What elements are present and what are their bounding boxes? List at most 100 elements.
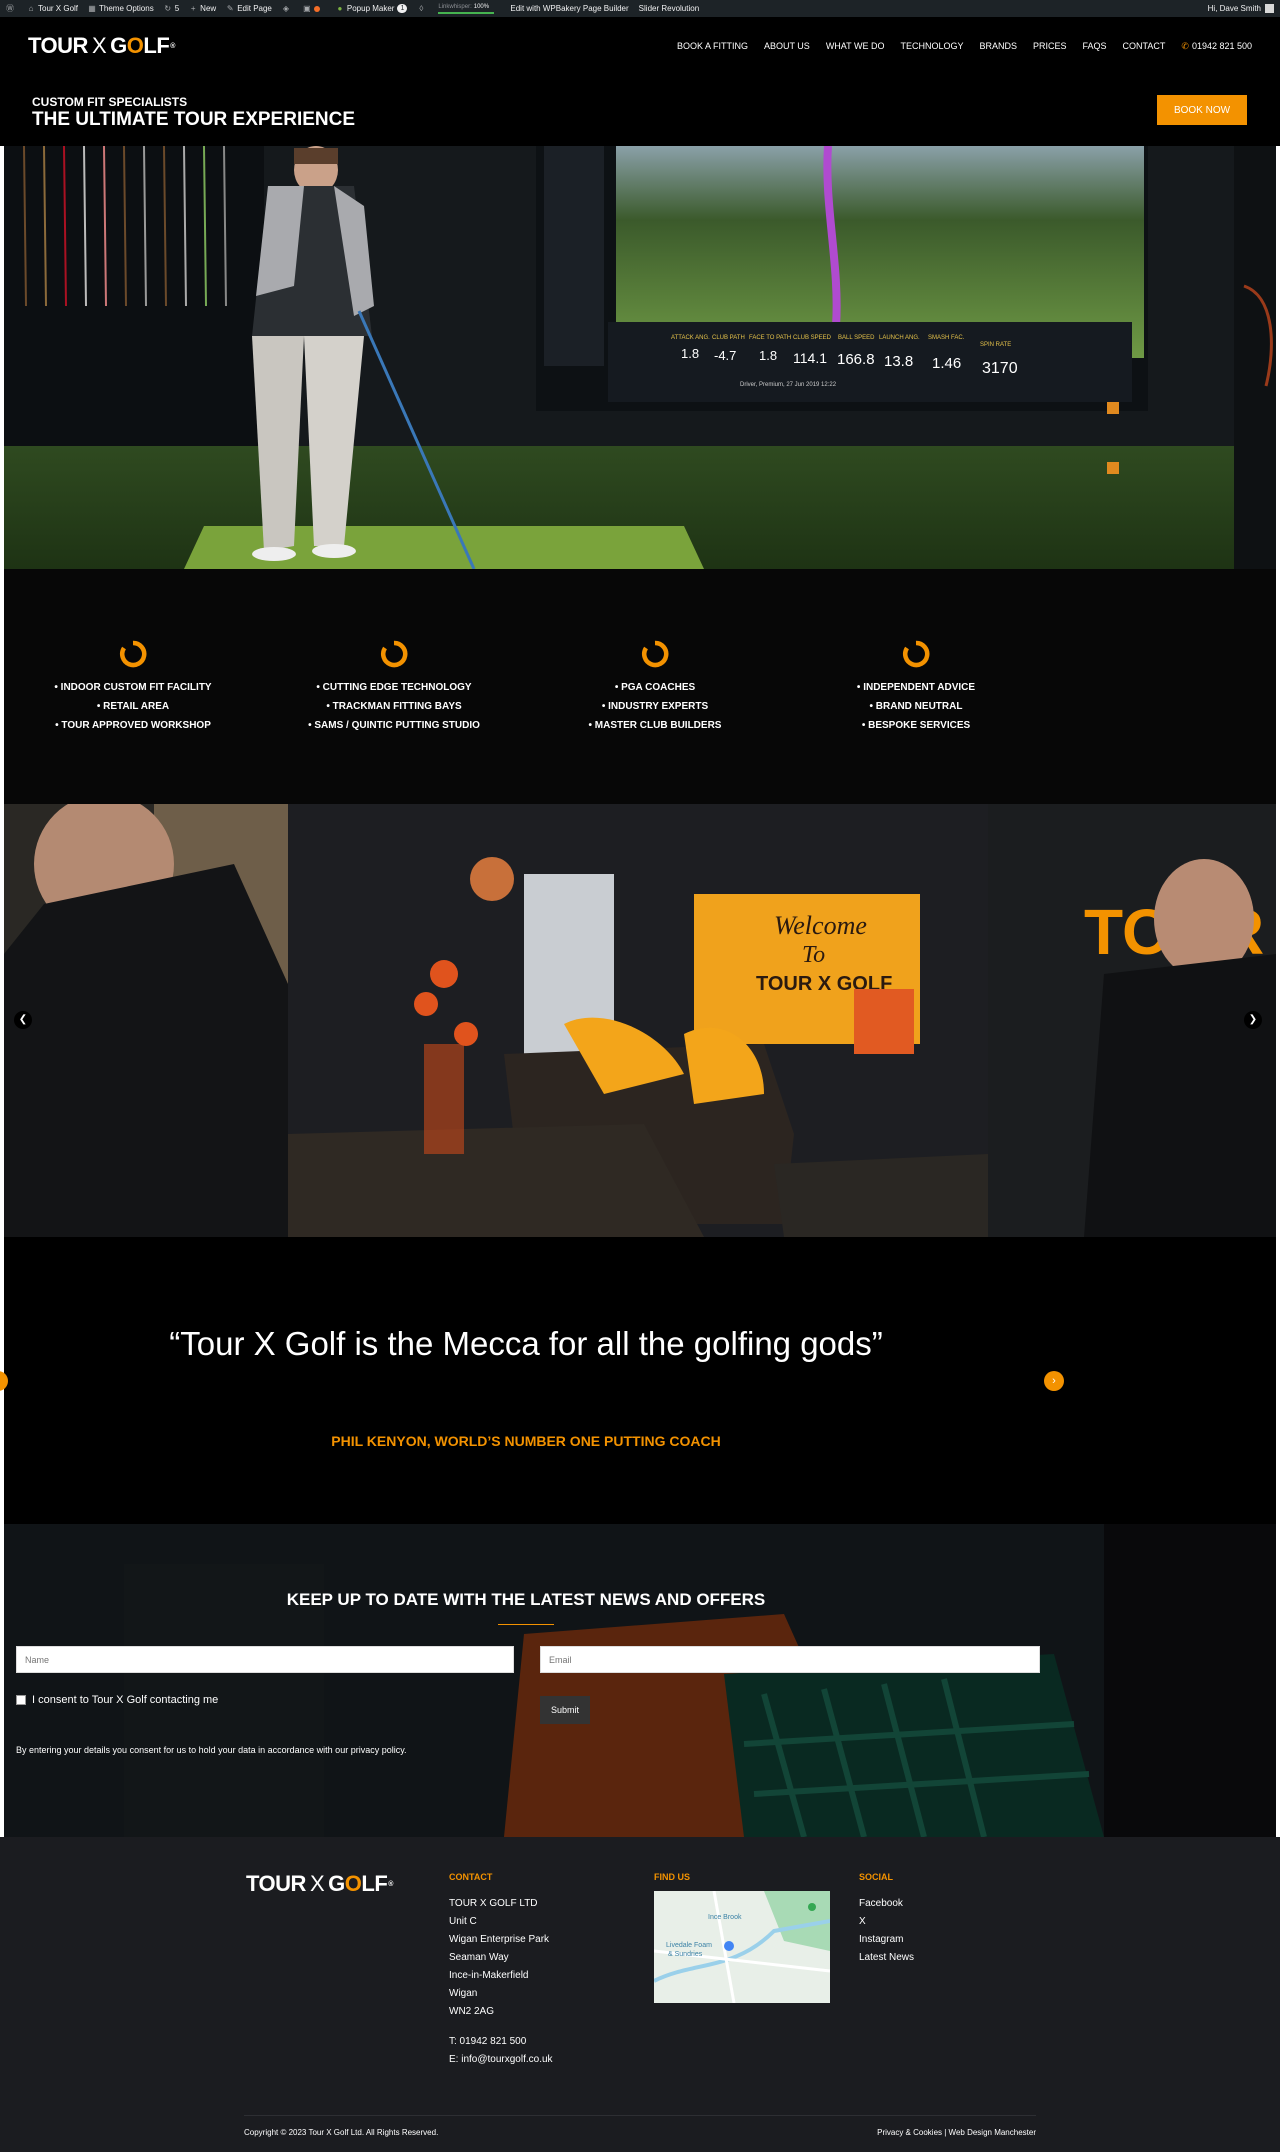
popup-maker-link[interactable]: ● Popup Maker 1 <box>336 4 408 13</box>
nav-faqs[interactable]: FAQS <box>1083 41 1107 51</box>
testimonial-prev-button[interactable] <box>0 1371 8 1391</box>
gallery-prev-button[interactable]: ❮ <box>14 1011 32 1029</box>
new-label: New <box>200 4 217 13</box>
slider-revolution-link[interactable]: Slider Revolution <box>639 4 699 13</box>
status-dot-icon <box>313 5 320 12</box>
edit-page-label: Edit Page <box>237 4 272 13</box>
submit-button[interactable]: Submit <box>540 1696 590 1724</box>
stat-header: CLUB PATH <box>712 335 745 341</box>
stat-value: 1.8 <box>759 348 777 363</box>
address-line: Wigan <box>449 1988 478 1999</box>
chevron-left-icon: ❮ <box>18 1014 28 1025</box>
phone-icon: ✆ <box>1181 40 1189 51</box>
nav-book-a-fitting[interactable]: BOOK A FITTING <box>677 41 748 51</box>
stat-value: 13.8 <box>884 353 913 370</box>
popup-count-badge: 1 <box>397 4 408 13</box>
logo-letter-o: O <box>126 33 144 58</box>
consent-checkbox[interactable] <box>16 1695 26 1705</box>
copyright-text: Copyright © 2023 Tour X Golf Ltd. All Ri… <box>244 2128 439 2137</box>
gallery-slide-staff <box>4 804 288 1237</box>
nav-technology[interactable]: TECHNOLOGY <box>900 41 963 51</box>
edit-page-link[interactable]: ✎ Edit Page <box>226 4 272 13</box>
feature-column: • CUTTING EDGE TECHNOLOGY • TRACKMAN FIT… <box>284 640 504 735</box>
logo-letters-lf: LF <box>361 1871 388 1896</box>
slider-revolution-label: Slider Revolution <box>638 4 700 13</box>
location-map[interactable]: Ince Brook Livedale Foam & Sundries <box>654 1891 830 2003</box>
logo-trademark: ® <box>170 42 175 50</box>
nav-prices[interactable]: PRICES <box>1033 41 1067 51</box>
updates-link[interactable]: ↻ 5 <box>164 4 179 13</box>
drop-icon-link[interactable]: ◊ <box>417 4 428 13</box>
nav-about-us[interactable]: ABOUT US <box>764 41 810 51</box>
chevron-right-icon: ❯ <box>1248 1014 1258 1025</box>
social-link-x[interactable]: X <box>859 1913 914 1931</box>
map-image: Ince Brook Livedale Foam & Sundries <box>654 1891 830 2003</box>
footer-email[interactable]: E: info@tourxgolf.co.uk <box>449 2051 553 2069</box>
linkwhisper-meter[interactable]: Linkwhisper: 100% <box>438 4 495 14</box>
logo-letters-lf: LF <box>143 33 170 58</box>
popup-maker-label: Popup Maker <box>346 4 395 13</box>
diamond-menu[interactable]: ◈ <box>282 4 293 13</box>
gallery-next-button[interactable]: ❯ <box>1244 1011 1262 1029</box>
nav-contact[interactable]: CONTACT <box>1123 41 1166 51</box>
avatar <box>1265 4 1274 13</box>
stat-header: FACE TO PATH <box>749 335 791 341</box>
cache-menu[interactable]: ▣ <box>303 4 326 13</box>
email-input[interactable] <box>540 1646 1040 1673</box>
consent-row: I consent to Tour X Golf contacting me <box>16 1694 218 1706</box>
feature-item: • CUTTING EDGE TECHNOLOGY <box>316 682 472 693</box>
logo-trademark: ® <box>388 1880 393 1888</box>
theme-options-link[interactable]: ▦ Theme Options <box>88 4 154 13</box>
footer-logo[interactable]: TOUR X G O LF ® <box>246 1871 393 1897</box>
site-name-label: Tour X Golf <box>38 4 79 13</box>
footer-phone[interactable]: T: 01942 821 500 <box>449 2033 553 2051</box>
logo-x: X <box>309 1871 325 1896</box>
linkwhisper-bar <box>438 11 495 14</box>
home-icon: ⌂ <box>28 3 34 13</box>
logo-word-tour: TOUR <box>28 33 88 58</box>
testimonial-quote: “Tour X Golf is the Mecca for all the go… <box>169 1325 883 1362</box>
feature-item: • INDOOR CUSTOM FIT FACILITY <box>54 682 212 693</box>
logo-x: X <box>91 33 107 58</box>
nav-phone[interactable]: ✆ 01942 821 500 <box>1181 41 1252 52</box>
stat-header: LAUNCH ANG. <box>879 335 920 341</box>
nav-what-we-do[interactable]: WHAT WE DO <box>826 41 885 51</box>
footer-bottom-links[interactable]: Privacy & Cookies | Web Design Mancheste… <box>877 2128 1036 2137</box>
nav-brands[interactable]: BRANDS <box>980 41 1018 51</box>
name-input[interactable] <box>16 1646 514 1673</box>
address-line: Unit C <box>449 1916 477 1927</box>
spinner-icon <box>903 640 930 668</box>
site-name-link[interactable]: ⌂ Tour X Golf <box>27 4 78 13</box>
feature-item: • PGA COACHES <box>614 682 696 693</box>
social-link-instagram[interactable]: Instagram <box>859 1931 914 1949</box>
wordpress-menu[interactable]: Ⓦ <box>6 3 17 13</box>
theme-options-label: Theme Options <box>99 4 154 13</box>
social-link-latest-news[interactable]: Latest News <box>859 1949 914 1967</box>
logo-letter-g: G <box>110 33 127 58</box>
site-logo[interactable]: TOUR X G O LF ® <box>28 33 175 59</box>
feature-item: • INDEPENDENT ADVICE <box>856 682 976 693</box>
feature-item: • BESPOKE SERVICES <box>861 720 971 731</box>
book-now-button[interactable]: BOOK NOW <box>1157 95 1247 125</box>
address-line: TOUR X GOLF LTD <box>449 1898 538 1909</box>
account-menu[interactable]: Hi, Dave Smith <box>1208 4 1274 13</box>
testimonial-next-button[interactable]: › <box>1044 1371 1064 1391</box>
stat-header: BALL SPEED <box>838 335 875 341</box>
wordpress-icon: Ⓦ <box>6 3 14 13</box>
footer-find-us: FIND US Ince Brook Livedale Foam & Sundr… <box>654 1872 830 2003</box>
feature-item: • INDUSTRY EXPERTS <box>601 701 709 712</box>
feature-column: • INDEPENDENT ADVICE • BRAND NEUTRAL • B… <box>806 640 1026 735</box>
features-section: • INDOOR CUSTOM FIT FACILITY • RETAIL AR… <box>4 569 1276 804</box>
feature-column: • PGA COACHES • INDUSTRY EXPERTS • MASTE… <box>545 640 765 735</box>
stat-value: 114.1 <box>793 350 827 366</box>
wpbakery-link[interactable]: Edit with WPBakery Page Builder <box>510 4 628 13</box>
welcome-text: Welcome <box>774 911 867 940</box>
social-link-facebook[interactable]: Facebook <box>859 1895 914 1913</box>
new-content-link[interactable]: + New <box>189 4 216 13</box>
hero-banner-image: ATTACK ANG. CLUB PATH FACE TO PATH CLUB … <box>4 146 1276 569</box>
map-label: Ince Brook <box>708 1914 742 1921</box>
title-divider <box>498 1624 554 1625</box>
footer-bottom-bar: Copyright © 2023 Tour X Golf Ltd. All Ri… <box>244 2115 1036 2137</box>
consent-label: I consent to Tour X Golf contacting me <box>32 1694 219 1706</box>
